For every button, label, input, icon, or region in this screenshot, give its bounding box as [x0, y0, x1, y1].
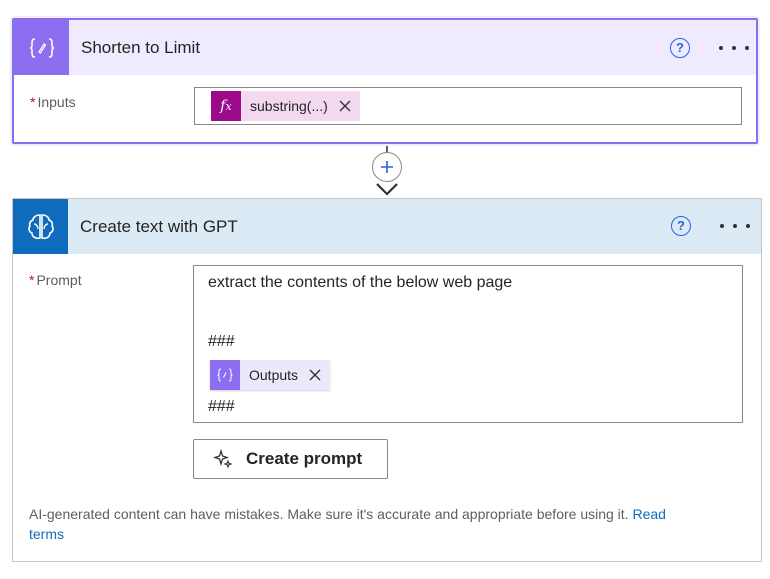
inputs-label: * Inputs [30, 94, 76, 110]
token-label: substring(...) [250, 98, 328, 114]
create-prompt-label: Create prompt [246, 449, 363, 468]
prompt-separator: ### [208, 398, 235, 415]
inputs-label-text: Inputs [37, 94, 76, 110]
shorten-to-limit-card[interactable]: Shorten to Limit ? * Inputs fx substring(… [12, 18, 758, 144]
card-header[interactable]: Shorten to Limit ? [14, 20, 756, 75]
create-text-gpt-card[interactable]: Create text with GPT ? * Prompt extract t… [12, 198, 762, 562]
prompt-label: * Prompt [29, 272, 82, 288]
prompt-field[interactable]: extract the contents of the below web pa… [193, 265, 743, 423]
gpt-brain-icon [13, 199, 68, 254]
card-header[interactable]: Create text with GPT ? [13, 199, 761, 254]
card-title: Shorten to Limit [81, 38, 201, 57]
prompt-label-text: Prompt [36, 272, 82, 288]
ai-disclaimer: AI-generated content can have mistakes. … [29, 504, 729, 544]
more-options-icon[interactable] [720, 221, 750, 231]
expression-icon [14, 20, 69, 75]
prompt-text-line: extract the contents of the below web pa… [208, 274, 513, 291]
more-options-icon[interactable] [719, 43, 749, 53]
card-title: Create text with GPT [80, 217, 238, 236]
outputs-token[interactable]: Outputs [210, 360, 331, 390]
sparkle-icon [212, 448, 233, 469]
disclaimer-text: AI-generated content can have mistakes. … [29, 506, 633, 522]
help-icon[interactable]: ? [670, 38, 690, 58]
required-mark: * [29, 272, 35, 288]
expression-icon [210, 360, 240, 390]
arrow-down-icon [376, 183, 398, 196]
help-icon[interactable]: ? [671, 216, 691, 236]
plus-icon [381, 161, 393, 173]
required-mark: * [30, 94, 36, 110]
remove-token-icon[interactable] [336, 97, 354, 115]
inputs-field[interactable]: fx substring(...) [194, 87, 742, 125]
add-step-button[interactable] [372, 152, 402, 182]
create-prompt-button[interactable]: Create prompt [193, 439, 388, 479]
substring-token[interactable]: fx substring(...) [211, 91, 360, 121]
fx-icon: fx [211, 91, 241, 121]
read-terms-link-text-2: terms [29, 526, 64, 542]
read-terms-link-text-1: Read [632, 506, 666, 522]
remove-token-icon[interactable] [306, 366, 324, 384]
token-label: Outputs [249, 367, 299, 383]
prompt-separator: ### [208, 333, 235, 350]
